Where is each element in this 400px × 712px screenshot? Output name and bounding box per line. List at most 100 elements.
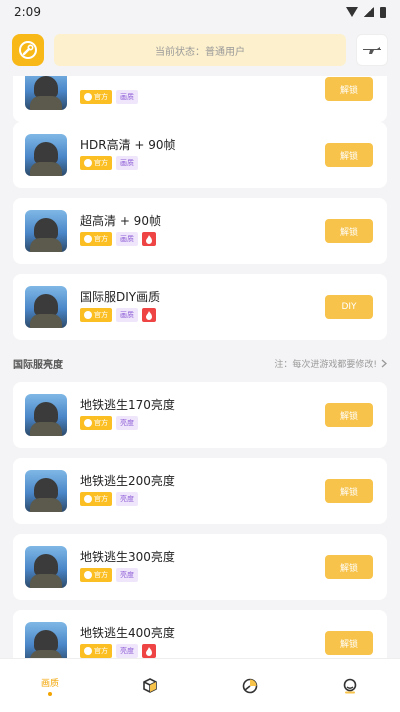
tag-label: 官方 — [94, 93, 108, 101]
tab-quality[interactable]: 画质 — [20, 666, 80, 706]
official-icon — [84, 647, 92, 655]
tag-label: 官方 — [94, 159, 108, 167]
user-status-text: 当前状态：普通用户 — [155, 46, 245, 58]
tag-category: 亮度 — [116, 644, 138, 658]
section-note-text: 注：每次进游戏都要修改! — [274, 359, 377, 370]
tag-category: 亮度 — [116, 492, 138, 506]
official-icon — [84, 495, 92, 503]
tag-label: 官方 — [94, 419, 108, 427]
status-bar: 2:09 — [0, 0, 400, 24]
game-thumbnail — [25, 394, 67, 436]
unlock-button[interactable]: 解锁 — [325, 555, 373, 579]
official-icon — [84, 311, 92, 319]
card-tags: 官方 画质 — [80, 232, 156, 246]
content-list[interactable]: 官方 画质 解锁 HDR高清 + 90帧 官方 画质 解锁 超高清 + 90帧 … — [0, 76, 400, 658]
unlock-button[interactable]: 解锁 — [325, 631, 373, 655]
section-header: 国际服亮度 注：每次进游戏都要修改! — [13, 354, 387, 372]
tab-cube[interactable] — [120, 666, 180, 706]
card-title: 超高清 + 90帧 — [80, 214, 161, 228]
fire-icon — [142, 232, 156, 246]
game-thumbnail — [25, 286, 67, 328]
tab-label: 画质 — [40, 678, 59, 689]
tag-official: 官方 — [80, 308, 112, 322]
tag-label: 官方 — [94, 311, 108, 319]
rifle-icon[interactable] — [356, 34, 388, 66]
cube-icon — [143, 677, 157, 693]
tag-official: 官方 — [80, 232, 112, 246]
tag-official: 官方 — [80, 156, 112, 170]
official-icon — [84, 571, 92, 579]
tag-category: 画质 — [116, 90, 138, 104]
card-tags: 官方 画质 — [80, 156, 138, 170]
game-thumbnail — [25, 134, 67, 176]
tag-label: 官方 — [94, 647, 108, 655]
card-tags: 官方 画质 — [80, 308, 156, 322]
tag-label: 官方 — [94, 495, 108, 503]
unlock-button[interactable]: 解锁 — [325, 479, 373, 503]
official-icon — [84, 419, 92, 427]
tag-category: 亮度 — [116, 568, 138, 582]
card-tags: 官方 画质 — [80, 90, 138, 104]
user-status-field: 当前状态：普通用户 — [54, 34, 346, 66]
official-icon — [84, 93, 92, 101]
tag-official: 官方 — [80, 644, 112, 658]
status-time: 2:09 — [14, 5, 41, 19]
active-indicator — [48, 691, 52, 696]
card-title: 地铁逃生170亮度 — [80, 398, 175, 412]
game-thumbnail — [25, 622, 67, 658]
card-quality-2: 超高清 + 90帧 官方 画质 解锁 — [13, 198, 387, 264]
card-title: 地铁逃生300亮度 — [80, 550, 175, 564]
unlock-button[interactable]: 解锁 — [325, 219, 373, 243]
card-tags: 官方 亮度 — [80, 568, 138, 582]
official-icon — [84, 235, 92, 243]
fire-icon — [142, 644, 156, 658]
unlock-button[interactable]: 解锁 — [325, 143, 373, 167]
card-title: 国际服DIY画质 — [80, 290, 161, 304]
game-thumbnail — [25, 210, 67, 252]
card-title: HDR高清 + 90帧 — [80, 138, 176, 152]
card-brightness-2: 地铁逃生300亮度 官方 亮度 解锁 — [13, 534, 387, 600]
tag-label: 官方 — [94, 235, 108, 243]
tag-official: 官方 — [80, 90, 112, 104]
tag-label: 官方 — [94, 571, 108, 579]
card-title: 地铁逃生200亮度 — [80, 474, 175, 488]
card-tags: 官方 亮度 — [80, 416, 138, 430]
card-quality-0: 官方 画质 解锁 — [13, 76, 387, 122]
tab-profile[interactable] — [320, 666, 380, 706]
section-title: 国际服亮度 — [13, 359, 63, 371]
official-icon — [84, 159, 92, 167]
tag-category: 画质 — [116, 156, 138, 170]
tag-category: 画质 — [116, 232, 138, 246]
pie-chart-icon — [242, 678, 258, 693]
game-thumbnail — [25, 546, 67, 588]
unlock-button[interactable]: 解锁 — [325, 403, 373, 427]
wrench-badge-icon[interactable] — [12, 34, 44, 66]
game-thumbnail — [25, 76, 67, 110]
fire-icon — [142, 308, 156, 322]
unlock-button[interactable]: 解锁 — [325, 77, 373, 101]
profile-icon — [343, 678, 357, 693]
tag-category: 亮度 — [116, 416, 138, 430]
card-brightness-1: 地铁逃生200亮度 官方 亮度 解锁 — [13, 458, 387, 524]
card-brightness-3: 地铁逃生400亮度 官方 亮度 解锁 — [13, 610, 387, 658]
battery-icon — [380, 6, 386, 18]
bottom-tab-bar: 画质 — [0, 658, 400, 712]
card-tags: 官方 亮度 — [80, 492, 138, 506]
signal-icon — [364, 7, 374, 17]
chevron-right-icon — [381, 359, 387, 367]
card-title: 地铁逃生400亮度 — [80, 626, 175, 640]
wifi-icon — [346, 7, 358, 17]
section-note[interactable]: 注：每次进游戏都要修改! — [274, 357, 387, 370]
status-icons — [346, 6, 386, 18]
game-thumbnail — [25, 470, 67, 512]
tag-official: 官方 — [80, 416, 112, 430]
tab-stats[interactable] — [220, 666, 280, 706]
tag-category: 画质 — [116, 308, 138, 322]
header: 当前状态：普通用户 — [0, 24, 400, 76]
diy-button[interactable]: DIY — [325, 295, 373, 319]
tag-official: 官方 — [80, 568, 112, 582]
card-quality-1: HDR高清 + 90帧 官方 画质 解锁 — [13, 122, 387, 188]
card-brightness-0: 地铁逃生170亮度 官方 亮度 解锁 — [13, 382, 387, 448]
card-quality-3: 国际服DIY画质 官方 画质 DIY — [13, 274, 387, 340]
card-tags: 官方 亮度 — [80, 644, 156, 658]
